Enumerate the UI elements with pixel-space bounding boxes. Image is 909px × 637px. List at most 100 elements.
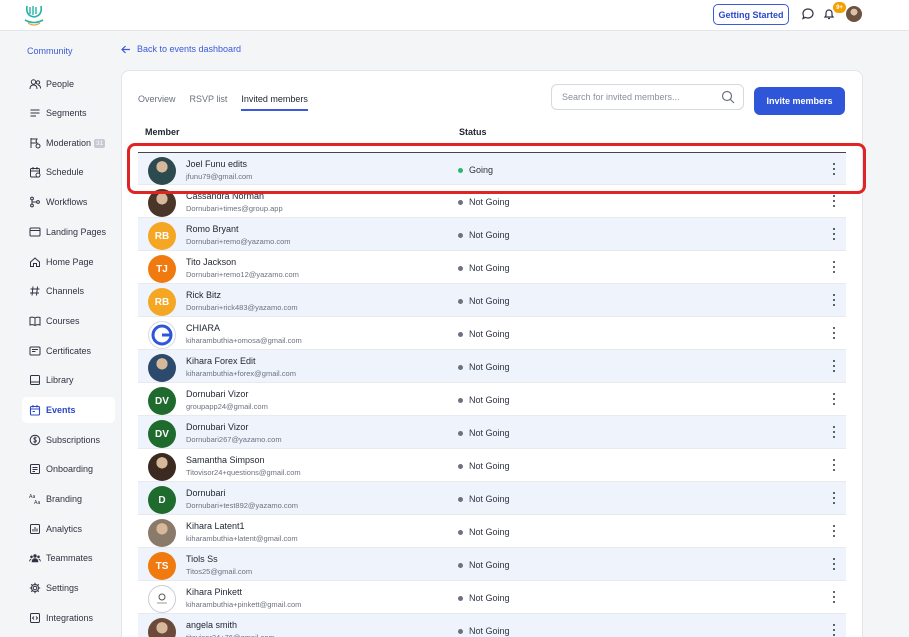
search-input[interactable]: Search for invited members... (551, 84, 744, 110)
status-badge: Not Going (458, 362, 510, 372)
row-menu-kebab-icon[interactable] (831, 163, 837, 175)
column-header-member: Member (145, 127, 180, 137)
row-menu-kebab-icon[interactable] (831, 195, 837, 207)
row-menu-kebab-icon[interactable] (831, 261, 837, 273)
member-avatar-logo (148, 585, 176, 613)
member-name: Samantha Simpson (186, 455, 265, 465)
table-row[interactable]: DV Dornubari Vizor groupapp24@gmail.com Not… (138, 383, 846, 416)
sidebar-item-home-page[interactable]: Home Page (22, 249, 115, 275)
sidebar-item-label: Channels (46, 286, 85, 296)
status-dot-icon (458, 167, 463, 173)
member-name: Dornubari (186, 488, 226, 498)
table-row[interactable]: TJ Tito Jackson Dornubari+remo12@yazamo.co… (138, 251, 846, 284)
row-menu-kebab-icon[interactable] (831, 525, 837, 537)
member-avatar-initials: TS (148, 552, 176, 580)
tab-rsvp-list[interactable]: RSVP list (190, 94, 228, 111)
member-name: angela smith (186, 620, 238, 630)
table-row[interactable]: angela smith titovisor24+76@gmail.com Not … (138, 614, 846, 637)
table-row[interactable]: Joel Funu edits jfunu79@gmail.com Going (138, 152, 846, 185)
sidebar-item-onboarding[interactable]: Onboarding (22, 456, 115, 482)
column-header-status: Status (459, 127, 487, 137)
member-avatar-initials: DV (148, 387, 176, 415)
member-email: groupapp24@gmail.com (186, 402, 268, 411)
sidebar-item-label: Subscriptions (46, 435, 101, 445)
row-menu-kebab-icon[interactable] (831, 591, 837, 603)
status-label: Not Going (469, 527, 510, 537)
sidebar-item-subscriptions[interactable]: Subscriptions (22, 427, 115, 453)
app-logo-icon[interactable] (22, 3, 46, 27)
user-avatar[interactable] (846, 6, 862, 22)
search-icon[interactable] (721, 90, 735, 104)
table-row[interactable]: RB Romo Bryant Dornubari+remo@yazamo.com No… (138, 218, 846, 251)
certificate-icon (29, 346, 41, 356)
table-row[interactable]: RB Rick Bitz Dornubari+rick483@yazamo.com N… (138, 284, 846, 317)
member-email: kiharambuthia+omosa@gmail.com (186, 336, 302, 345)
gear-icon (29, 582, 41, 594)
sidebar-item-schedule[interactable]: Schedule (22, 159, 115, 185)
sidebar-item-label: Schedule (46, 167, 84, 177)
table-row[interactable]: Kihara Forex Edit kiharambuthia+forex@gma… (138, 350, 846, 383)
sidebar-item-workflows[interactable]: Workflows (22, 189, 115, 215)
row-menu-kebab-icon[interactable] (831, 558, 837, 570)
status-dot-icon (458, 463, 463, 469)
status-label: Not Going (469, 461, 510, 471)
member-name: CHIARA (186, 323, 221, 333)
table-row[interactable]: Kihara Latent1 kiharambuthia+latent@gmail… (138, 515, 846, 548)
sidebar-item-library[interactable]: Library (22, 367, 115, 393)
sidebar-section-community[interactable]: Community (27, 46, 73, 56)
table-row[interactable]: D Dornubari Dornubari+test892@yazamo.com No… (138, 482, 846, 515)
segments-icon (30, 109, 40, 117)
members-table: Joel Funu edits jfunu79@gmail.com Going Cas… (138, 152, 846, 637)
row-menu-kebab-icon[interactable] (831, 393, 837, 405)
member-name: Dornubari Vizor (186, 422, 249, 432)
table-row[interactable]: Cassandra Norman Dornubari+times@group.ap… (138, 185, 846, 218)
status-dot-icon (458, 628, 463, 634)
sidebar-item-branding[interactable]: Aa Aa Branding (22, 486, 115, 512)
row-menu-kebab-icon[interactable] (831, 459, 837, 471)
member-name: Tito Jackson (186, 257, 237, 267)
sidebar-item-label: Analytics (46, 524, 83, 534)
sidebar-item-moderation[interactable]: Moderation 31 (22, 130, 115, 156)
sidebar-item-landing-pages[interactable]: Landing Pages (22, 219, 115, 245)
row-menu-kebab-icon[interactable] (831, 294, 837, 306)
sidebar-item-label: Segments (46, 108, 87, 118)
sidebar-item-events[interactable]: Events (22, 397, 115, 423)
tab-invited-members[interactable]: Invited members (241, 94, 308, 111)
tab-overview[interactable]: Overview (138, 94, 176, 111)
sidebar-item-people[interactable]: People (22, 71, 115, 97)
sidebar-item-segments[interactable]: Segments (22, 100, 115, 126)
sidebar-item-label: Branding (46, 494, 83, 504)
status-badge: Not Going (458, 230, 510, 240)
row-menu-kebab-icon[interactable] (831, 492, 837, 504)
people-icon (29, 79, 41, 90)
member-email: kiharambuthia+pinkett@gmail.com (186, 600, 302, 609)
sidebar-item-courses[interactable]: Courses (22, 308, 115, 334)
sidebar-item-settings[interactable]: Settings (22, 575, 115, 601)
back-to-events-link[interactable]: Back to events dashboard (121, 44, 241, 54)
table-row[interactable]: DV Dornubari Vizor Dornubari267@yazamo.com… (138, 416, 846, 449)
analytics-icon (30, 524, 40, 534)
sidebar-item-teammates[interactable]: Teammates (22, 545, 115, 571)
status-dot-icon (458, 265, 463, 271)
status-label: Not Going (469, 230, 510, 240)
member-name: Kihara Forex Edit (186, 356, 256, 366)
table-row[interactable]: TS Tiols Ss Titos25@gmail.com Not Going (138, 548, 846, 581)
getting-started-button[interactable]: Getting Started (713, 4, 789, 25)
row-menu-kebab-icon[interactable] (831, 426, 837, 438)
sidebar-item-certificates[interactable]: Certificates (22, 338, 115, 364)
row-menu-kebab-icon[interactable] (831, 228, 837, 240)
sidebar-item-channels[interactable]: Channels (22, 278, 115, 304)
row-menu-kebab-icon[interactable] (831, 360, 837, 372)
sidebar-item-integrations[interactable]: Integrations (22, 605, 115, 631)
status-badge: Not Going (458, 494, 510, 504)
sidebar-item-analytics[interactable]: Analytics (22, 516, 115, 542)
table-row[interactable]: CHIARA kiharambuthia+omosa@gmail.com Not G… (138, 317, 846, 350)
status-label: Not Going (469, 395, 510, 405)
row-menu-kebab-icon[interactable] (831, 327, 837, 339)
arrow-left-icon (121, 45, 130, 53)
chat-icon[interactable] (801, 7, 815, 21)
row-menu-kebab-icon[interactable] (831, 624, 837, 636)
table-row[interactable]: Samantha Simpson Titovisor24+questions@gm… (138, 449, 846, 482)
table-row[interactable]: Kihara Pinkett kiharambuthia+pinkett@gmai… (138, 581, 846, 614)
invite-members-button[interactable]: Invite members (754, 87, 845, 115)
